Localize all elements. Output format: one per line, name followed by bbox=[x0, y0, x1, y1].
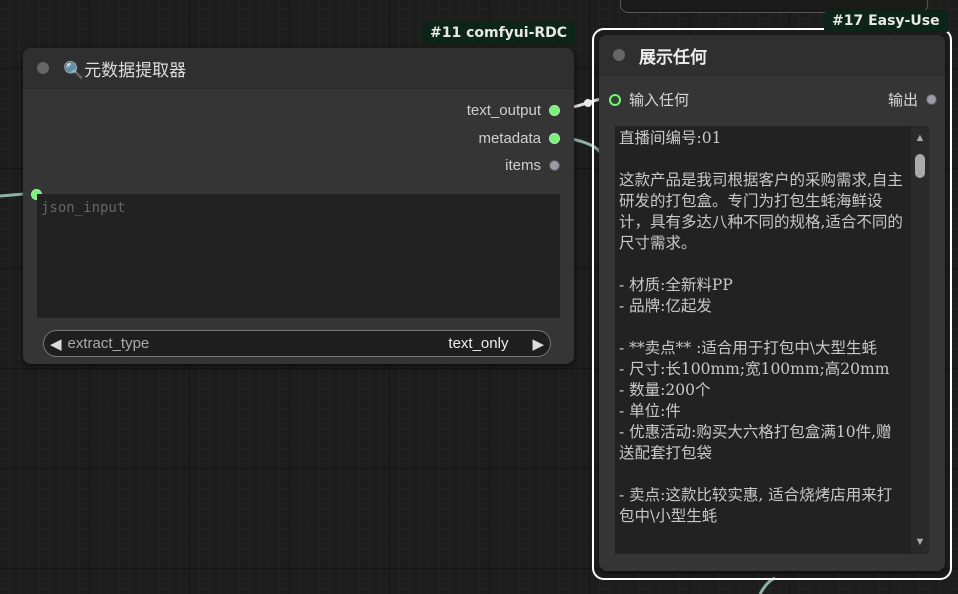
node-17-title: 展示任何 bbox=[639, 47, 707, 68]
grey-slot-dot-icon[interactable] bbox=[549, 160, 560, 171]
node-17-show-anything[interactable]: 展示任何 输入任何 输出 直播间编号:01 这款产品是我司根据客户的采购需求,自… bbox=[599, 35, 945, 571]
collapse-dot-icon[interactable] bbox=[37, 62, 49, 74]
output-slot-metadata[interactable]: metadata bbox=[478, 130, 560, 147]
slot-label: text_output bbox=[466, 102, 541, 119]
scroll-up-icon[interactable]: ▲ bbox=[913, 132, 927, 144]
node-17-titlebar[interactable]: 展示任何 bbox=[599, 35, 945, 76]
input-slot-any[interactable]: 输入任何 bbox=[609, 89, 689, 110]
slot-label: items bbox=[505, 157, 541, 174]
node-11-metadata-extractor[interactable]: 🔍元数据提取器 text_output metadata items json_… bbox=[23, 48, 574, 364]
collapse-dot-icon[interactable] bbox=[613, 49, 625, 61]
node-17-badge: #17 Easy-Use bbox=[824, 10, 948, 32]
scrollbar-thumb[interactable] bbox=[915, 154, 925, 178]
output-label: 输出 bbox=[887, 91, 918, 109]
display-textarea[interactable]: 直播间编号:01 这款产品是我司根据客户的采购需求,自主研发的打包盒。专门为打包… bbox=[615, 126, 929, 554]
node-11-badge: #11 comfyui-RDC bbox=[422, 22, 576, 44]
combo-name: extract_type bbox=[67, 335, 150, 352]
slot-label: metadata bbox=[478, 130, 541, 147]
green-slot-dot-icon[interactable] bbox=[549, 105, 560, 116]
combo-value: text_only bbox=[448, 335, 509, 352]
arrow-left-icon[interactable]: ◀ bbox=[44, 335, 68, 353]
link-midpoint[interactable] bbox=[584, 99, 592, 107]
display-text: 直播间编号:01 这款产品是我司根据客户的采购需求,自主研发的打包盒。专门为打包… bbox=[619, 129, 903, 525]
scroll-down-icon[interactable]: ▼ bbox=[913, 536, 927, 548]
json-input-placeholder: json_input bbox=[41, 200, 126, 216]
link-output-down bbox=[758, 576, 776, 594]
arrow-right-icon[interactable]: ▶ bbox=[526, 335, 550, 353]
input-ring-dot-icon[interactable] bbox=[609, 93, 621, 106]
node-11-titlebar[interactable]: 🔍元数据提取器 bbox=[23, 48, 574, 89]
extract-type-combo[interactable]: ◀ extract_type text_only ▶ bbox=[43, 330, 551, 357]
node-11-title: 🔍元数据提取器 bbox=[63, 60, 187, 81]
json-input-textarea[interactable]: json_input bbox=[37, 194, 560, 318]
output-slot-text-output[interactable]: text_output bbox=[467, 102, 560, 119]
green-slot-dot-icon[interactable] bbox=[549, 133, 560, 144]
scrollbar[interactable]: ▲ ▼ bbox=[911, 126, 929, 554]
output-slot-output[interactable]: 输出 bbox=[888, 89, 937, 110]
grey-slot-dot-icon[interactable] bbox=[926, 94, 937, 105]
input-label: 输入任何 bbox=[629, 91, 690, 109]
output-slot-items[interactable]: items bbox=[505, 157, 560, 174]
